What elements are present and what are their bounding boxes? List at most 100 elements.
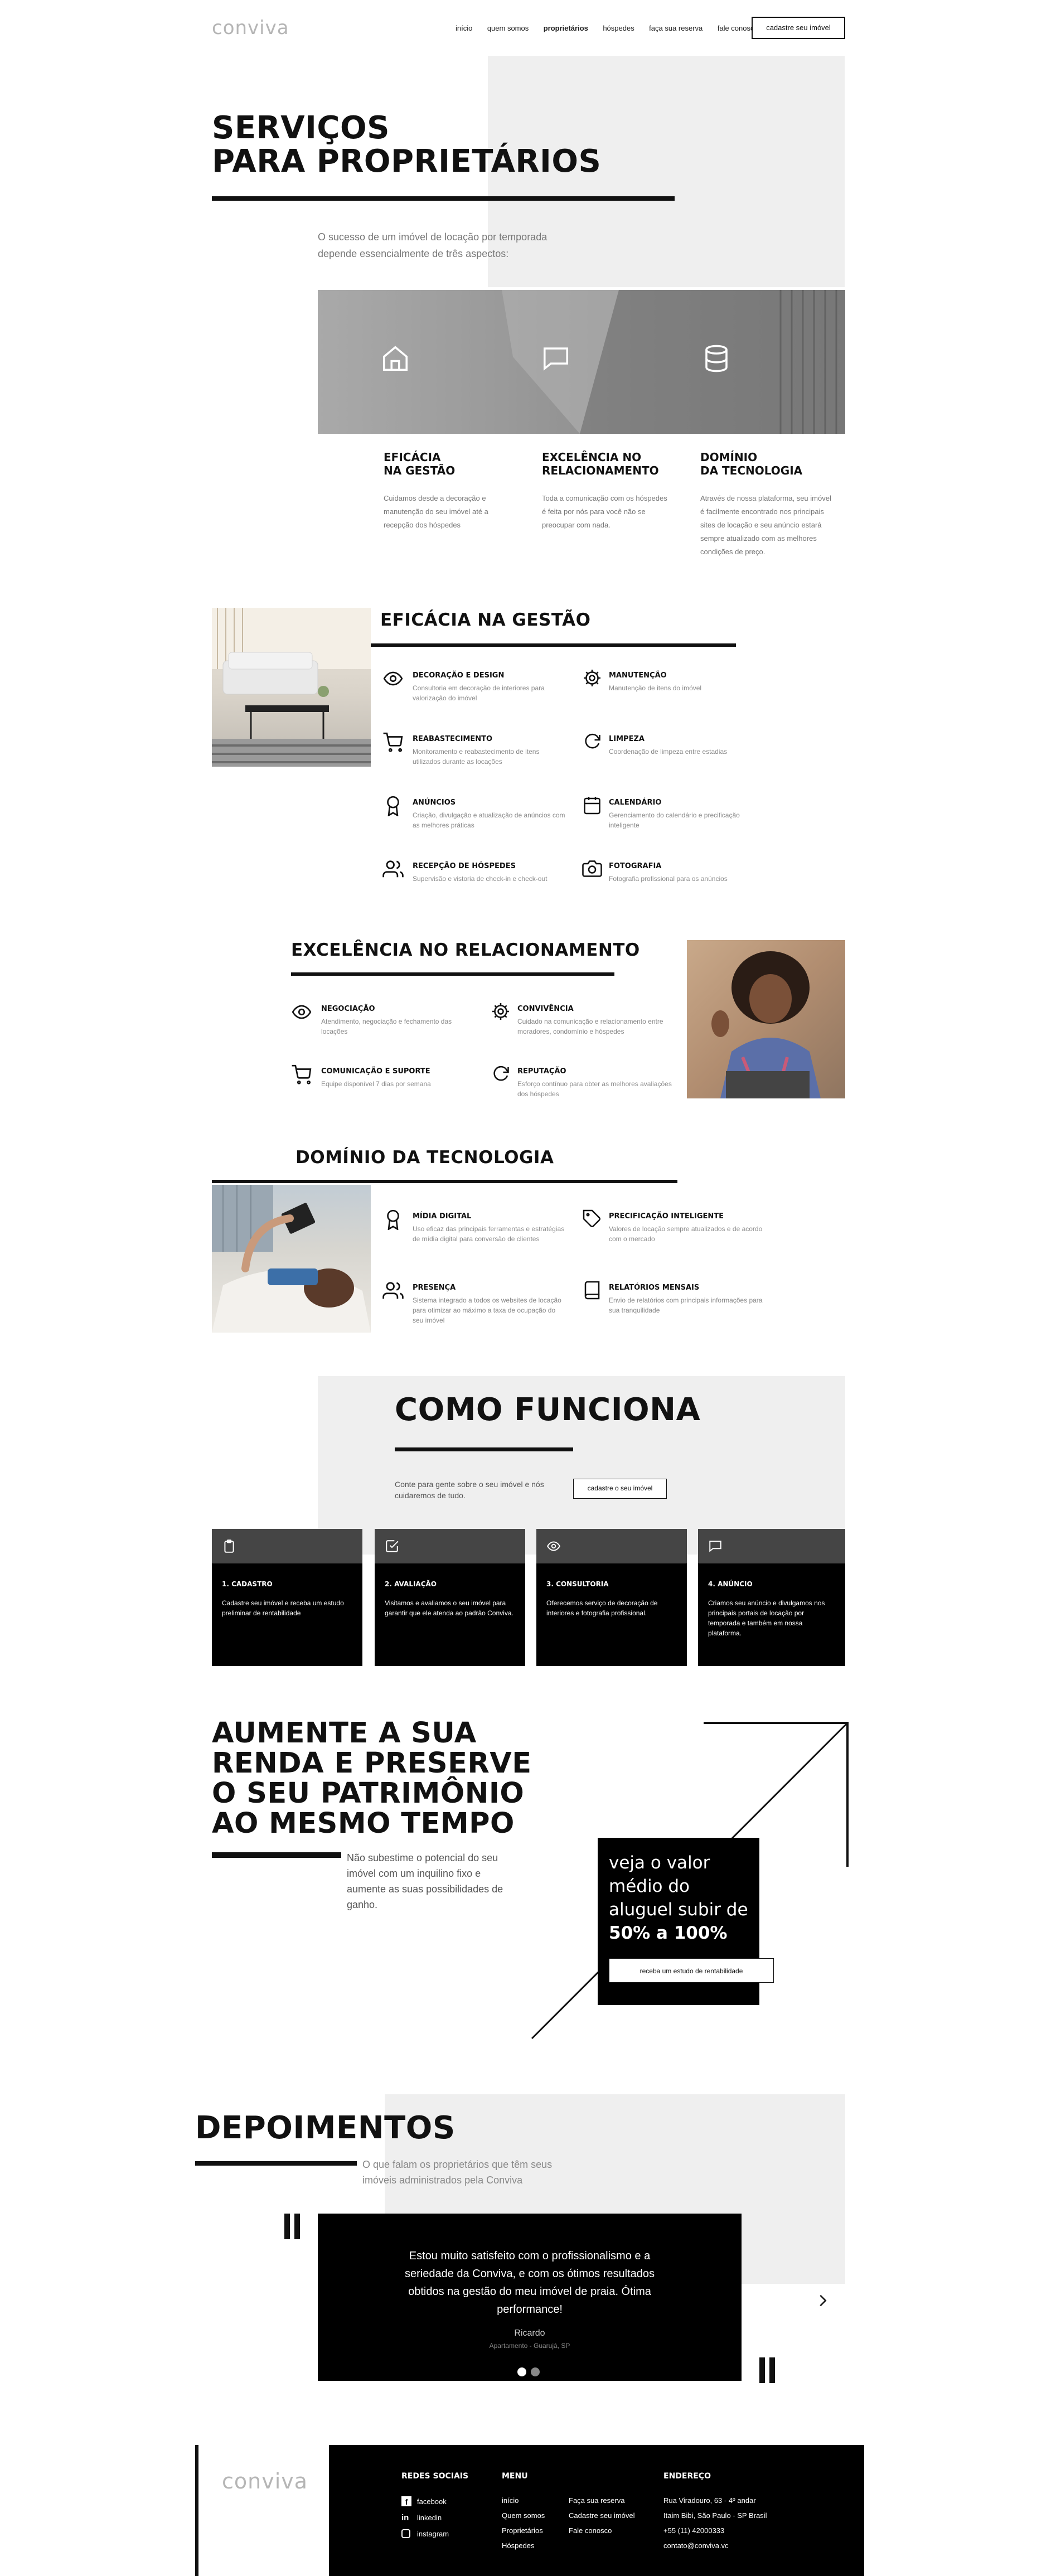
service-item: RECEPÇÃO DE HÓSPEDES Supervisão e vistori… bbox=[382, 859, 566, 884]
tag-icon bbox=[582, 1209, 602, 1229]
award-icon bbox=[382, 795, 404, 816]
step-card: 1. CADASTRO Cadastre seu imóvel e receba … bbox=[212, 1529, 362, 1666]
footer-link[interactable]: Fale conosco bbox=[569, 2526, 658, 2535]
item-desc: Cuidado na comunicação e relacionamento … bbox=[517, 1018, 663, 1035]
relacionamento-underline bbox=[291, 972, 614, 976]
logo[interactable]: conviva bbox=[212, 17, 289, 39]
footer-panel: REDES SOCIAIS f facebook in linkedin ins… bbox=[329, 2445, 864, 2576]
item-title: MANUTENÇÃO bbox=[609, 671, 667, 680]
step-title: 1. CADASTRO bbox=[222, 1580, 273, 1588]
footer-link[interactable]: Proprietários bbox=[502, 2526, 545, 2535]
service-item: NEGOCIAÇÃO Atendimento, negociação e fech… bbox=[291, 1001, 475, 1037]
item-desc: Atendimento, negociação e fechamento das… bbox=[321, 1018, 452, 1035]
item-desc: Monitoramento e reabastecimento de itens… bbox=[413, 748, 540, 766]
chevron-right-icon[interactable] bbox=[815, 2293, 831, 2308]
check-square-icon bbox=[385, 1539, 399, 1553]
nav-reserva[interactable]: faça sua reserva bbox=[649, 24, 703, 32]
item-desc: Criação, divulgação e atualização de anú… bbox=[413, 811, 565, 829]
footer-address-line: Itaim Bibi, São Paulo - SP Brasil bbox=[663, 2511, 767, 2520]
item-title: RECEPÇÃO DE HÓSPEDES bbox=[413, 862, 516, 870]
calendar-icon bbox=[582, 795, 602, 815]
testimonial-location: Apartamento - Guarujá, SP bbox=[489, 2342, 570, 2350]
step-card-top bbox=[375, 1529, 525, 1563]
nav-inicio[interactable]: início bbox=[456, 24, 472, 32]
service-item: PRESENÇA Sistema integrado a todos os web… bbox=[382, 1280, 566, 1325]
estudo-rentabilidade-button[interactable]: receba um estudo de rentabilidade bbox=[609, 1958, 774, 1983]
hero-intro: O sucesso de um imóvel de locação por te… bbox=[318, 231, 548, 259]
footer-address-title: ENDEREÇO bbox=[663, 2472, 711, 2481]
item-title: COMUNICAÇÃO E SUPORTE bbox=[321, 1067, 430, 1076]
carousel-dot-active[interactable] bbox=[517, 2367, 526, 2376]
footer-address-line: Rua Viradouro, 63 - 4º andar bbox=[663, 2496, 756, 2505]
step-card-top bbox=[536, 1529, 687, 1563]
carousel-dot[interactable] bbox=[531, 2367, 540, 2376]
footer-logo[interactable]: conviva bbox=[222, 2469, 308, 2493]
footer-social-instagram[interactable]: instagram bbox=[401, 2529, 468, 2538]
footer-social-title: REDES SOCIAIS bbox=[401, 2472, 469, 2481]
gestao-photo bbox=[212, 608, 371, 767]
cadastre-o-seu-imovel-button[interactable]: cadastre o seu imóvel bbox=[573, 1479, 667, 1499]
cadastre-button[interactable]: cadastre seu imóvel bbox=[752, 17, 845, 39]
camera-icon bbox=[582, 859, 602, 879]
step-card: 3. CONSULTORIA Oferecemos serviço de deco… bbox=[536, 1529, 687, 1666]
quote-mark-close bbox=[759, 2357, 776, 2383]
nav-quem-somos[interactable]: quem somos bbox=[487, 24, 529, 32]
eye-icon bbox=[382, 668, 404, 689]
step-card: 2. AVALIAÇÃO Visitamos e avaliamos o seu … bbox=[375, 1529, 525, 1666]
depoimentos-title: DEPOIMENTOS bbox=[195, 2110, 456, 2146]
footer-menu-title: MENU bbox=[502, 2472, 528, 2481]
item-desc: Esforço contínuo para obter as melhores … bbox=[517, 1080, 672, 1098]
woman-tablet-illustration bbox=[212, 1185, 371, 1333]
book-icon bbox=[582, 1280, 602, 1300]
service-item: CONVIVÊNCIA Cuidado na comunicação e rela… bbox=[491, 1001, 675, 1037]
footer-link[interactable]: Quem somos bbox=[502, 2511, 545, 2520]
item-desc: Consultoria em decoração de interiores p… bbox=[413, 684, 545, 702]
title-underline bbox=[212, 196, 675, 201]
item-title: NEGOCIAÇÃO bbox=[321, 1005, 375, 1013]
service-item: MANUTENÇÃO Manutenção de itens do imóvel bbox=[582, 668, 766, 693]
tecnologia-photo bbox=[212, 1185, 371, 1333]
item-desc: Valores de locação sempre atualizados e … bbox=[609, 1225, 763, 1243]
instagram-icon bbox=[401, 2529, 410, 2538]
footer-link[interactable]: início bbox=[502, 2496, 545, 2505]
relacionamento-photo bbox=[687, 940, 845, 1098]
service-item: MÍDIA DIGITAL Uso eficaz das principais f… bbox=[382, 1209, 566, 1244]
facebook-icon: f bbox=[401, 2496, 411, 2506]
service-item: LIMPEZA Coordenação de limpeza entre esta… bbox=[582, 732, 766, 757]
step-card-top bbox=[698, 1529, 845, 1563]
item-desc: Envio de relatórios com principais infor… bbox=[609, 1296, 763, 1314]
home-icon bbox=[380, 343, 410, 374]
footer-link[interactable]: Cadastre seu imóvel bbox=[569, 2511, 658, 2520]
depoimentos-underline bbox=[195, 2161, 357, 2166]
nav-proprietarios[interactable]: proprietários bbox=[544, 24, 588, 32]
footer-phone[interactable]: +55 (11) 42000333 bbox=[663, 2526, 808, 2535]
item-desc: Supervisão e vistoria de check-in e chec… bbox=[413, 875, 548, 883]
item-title: FOTOGRAFIA bbox=[609, 862, 662, 870]
footer-social-linkedin[interactable]: in linkedin bbox=[401, 2513, 468, 2522]
depoimentos-subtitle: O que falam os proprietários que têm seu… bbox=[362, 2159, 553, 2186]
footer-link[interactable]: Faça sua reserva bbox=[569, 2496, 658, 2505]
item-title: PRECIFICAÇÃO INTELIGENTE bbox=[609, 1212, 724, 1221]
footer-menu: MENU início Quem somos Proprietários Hós… bbox=[502, 2472, 658, 2550]
eye-icon bbox=[546, 1539, 561, 1553]
nav-hospedes[interactable]: hóspedes bbox=[603, 24, 634, 32]
step-title: 2. AVALIAÇÃO bbox=[385, 1580, 437, 1588]
service-item: DECORAÇÃO E DESIGN Consultoria em decoraç… bbox=[382, 668, 566, 703]
step-title: 4. ANÚNCIO bbox=[708, 1580, 753, 1588]
service-item: PRECIFICAÇÃO INTELIGENTE Valores de locaç… bbox=[582, 1209, 766, 1244]
item-desc: Uso eficaz das principais ferramentas e … bbox=[413, 1225, 565, 1243]
database-icon bbox=[701, 343, 731, 374]
footer-social-facebook[interactable]: f facebook bbox=[401, 2496, 468, 2506]
item-desc: Sistema integrado a todos os websites de… bbox=[413, 1296, 561, 1324]
item-title: DECORAÇÃO E DESIGN bbox=[413, 671, 505, 680]
award-icon bbox=[382, 1209, 404, 1230]
footer-link[interactable]: Hóspedes bbox=[502, 2541, 545, 2550]
footer-email[interactable]: contato@conviva.vc bbox=[663, 2541, 808, 2550]
service-item: REABASTECIMENTO Monitoramento e reabastec… bbox=[382, 732, 566, 767]
item-desc: Fotografia profissional para os anúncios bbox=[609, 875, 728, 883]
footer-social: REDES SOCIAIS f facebook in linkedin ins… bbox=[401, 2472, 468, 2545]
pillar-desc: Toda a comunicação com os hóspedes é fei… bbox=[542, 494, 667, 529]
item-title: REABASTECIMENTO bbox=[413, 735, 493, 743]
como-text: Conte para gente sobre o seu imóvel e nó… bbox=[395, 1480, 544, 1500]
item-title: RELATÓRIOS MENSAIS bbox=[609, 1284, 700, 1292]
